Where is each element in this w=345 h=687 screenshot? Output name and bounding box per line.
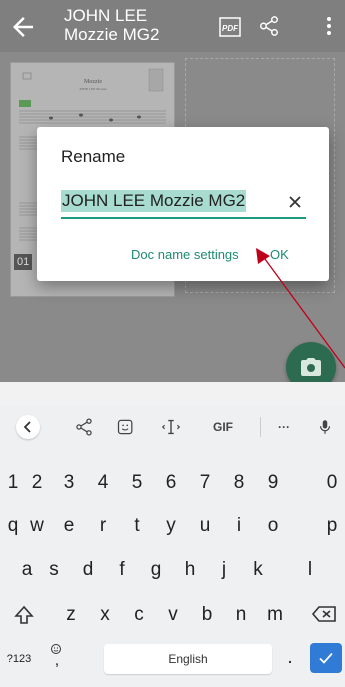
doc-name-settings-button[interactable]: Doc name settings xyxy=(131,247,239,262)
backspace-icon[interactable] xyxy=(311,602,339,626)
key-7[interactable]: 7 xyxy=(192,468,218,498)
key-d[interactable]: d xyxy=(75,555,101,585)
camera-fab-button[interactable] xyxy=(286,342,336,382)
checkmark-icon xyxy=(319,652,333,664)
key-p[interactable]: p xyxy=(319,511,345,541)
comma-key[interactable]: , xyxy=(44,646,70,676)
keyboard-toolbar: GIF ··· xyxy=(0,405,345,449)
key-6[interactable]: 6 xyxy=(158,468,184,498)
key-j[interactable]: j xyxy=(211,555,237,585)
symbols-key[interactable]: ?123 xyxy=(2,644,36,674)
chevron-left-icon xyxy=(23,421,31,433)
key-2[interactable]: 2 xyxy=(24,468,50,498)
key-g[interactable]: g xyxy=(143,555,169,585)
app-bar: JOHN LEE Mozzie MG2 PDF xyxy=(0,0,345,52)
key-o[interactable]: o xyxy=(260,511,286,541)
camera-icon xyxy=(301,358,321,376)
key-r[interactable]: r xyxy=(90,511,116,541)
key-n[interactable]: n xyxy=(228,600,254,630)
key-i[interactable]: i xyxy=(226,511,252,541)
shift-icon[interactable] xyxy=(12,603,36,627)
key-4[interactable]: 4 xyxy=(90,468,116,498)
microphone-icon[interactable] xyxy=(316,415,334,439)
key-z[interactable]: z xyxy=(58,600,84,630)
key-q[interactable]: q xyxy=(0,511,26,541)
key-x[interactable]: x xyxy=(92,600,118,630)
period-key[interactable]: . xyxy=(277,643,303,673)
document-name-input[interactable]: JOHN LEE Mozzie MG2 xyxy=(61,187,306,219)
key-1[interactable]: 1 xyxy=(0,468,26,498)
soft-keyboard: GIF ··· 1 2 3 4 5 6 7 8 9 0 q w e r t y … xyxy=(0,405,345,687)
document-title: JOHN LEE Mozzie MG2 xyxy=(64,6,160,44)
key-m[interactable]: m xyxy=(262,600,288,630)
key-9[interactable]: 9 xyxy=(260,468,286,498)
key-b[interactable]: b xyxy=(194,600,220,630)
share-icon[interactable] xyxy=(258,14,280,38)
share-icon[interactable] xyxy=(74,415,94,439)
key-l[interactable]: l xyxy=(297,555,323,585)
key-a[interactable]: a xyxy=(14,555,40,585)
rename-dialog: Rename JOHN LEE Mozzie MG2 Doc name sett… xyxy=(37,127,329,281)
key-c[interactable]: c xyxy=(126,600,152,630)
ok-button[interactable]: OK xyxy=(270,247,289,262)
key-t[interactable]: t xyxy=(124,511,150,541)
key-5[interactable]: 5 xyxy=(124,468,150,498)
key-e[interactable]: e xyxy=(56,511,82,541)
gif-button[interactable]: GIF xyxy=(206,415,240,439)
key-v[interactable]: v xyxy=(160,600,186,630)
document-name-value[interactable]: JOHN LEE Mozzie MG2 xyxy=(61,190,247,212)
key-s[interactable]: s xyxy=(41,555,67,585)
more-vert-icon[interactable] xyxy=(324,12,334,40)
sticker-icon[interactable] xyxy=(116,415,136,439)
space-bar[interactable]: English xyxy=(104,644,272,674)
more-options-button[interactable]: ··· xyxy=(272,415,296,439)
enter-key[interactable] xyxy=(310,643,342,673)
page-number-badge: 01 xyxy=(14,254,33,270)
sheet-title: Mozzie xyxy=(84,79,102,85)
text-cursor-icon[interactable] xyxy=(160,415,182,439)
sheet-composer: JOHN LEE Mozzie xyxy=(79,87,107,91)
key-0[interactable]: 0 xyxy=(319,468,345,498)
key-u[interactable]: u xyxy=(192,511,218,541)
key-3[interactable]: 3 xyxy=(56,468,82,498)
back-arrow-icon[interactable] xyxy=(8,12,38,42)
key-w[interactable]: w xyxy=(24,511,50,541)
key-k[interactable]: k xyxy=(245,555,271,585)
pdf-icon-label: PDF xyxy=(222,24,239,33)
toolbar-divider xyxy=(260,417,261,437)
dialog-title: Rename xyxy=(61,147,126,166)
keyboard-collapse-button[interactable] xyxy=(16,415,40,439)
key-y[interactable]: y xyxy=(158,511,184,541)
clear-icon[interactable] xyxy=(287,194,303,210)
key-f[interactable]: f xyxy=(109,555,135,585)
pdf-icon[interactable]: PDF xyxy=(218,16,242,38)
key-h[interactable]: h xyxy=(177,555,203,585)
key-8[interactable]: 8 xyxy=(226,468,252,498)
